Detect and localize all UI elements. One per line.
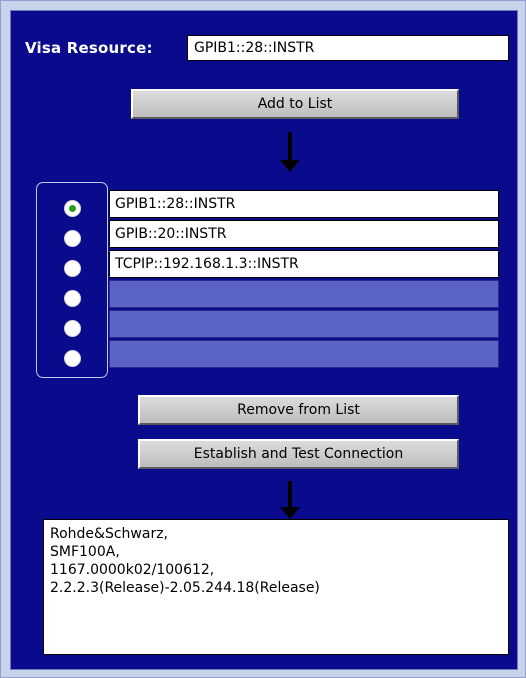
- output-line: 2.2.2.3(Release)-2.05.244.18(Release): [50, 580, 320, 596]
- radio-button-icon[interactable]: [64, 230, 81, 247]
- window-frame: Visa Resource: Add to List GPIB1::28::IN…: [0, 0, 526, 678]
- establish-connection-button[interactable]: Establish and Test Connection: [138, 439, 459, 469]
- arrow-down-icon: [280, 481, 300, 521]
- radio-button-icon[interactable]: [64, 290, 81, 307]
- resource-radio-group: [36, 182, 108, 378]
- resource-list-item-empty[interactable]: [109, 310, 499, 338]
- resource-list-item[interactable]: GPIB1::28::INSTR: [109, 190, 499, 218]
- resource-list-item-empty[interactable]: [109, 340, 499, 368]
- radio-button-icon[interactable]: [64, 350, 81, 367]
- resource-list-item[interactable]: TCPIP::192.168.1.3::INSTR: [109, 250, 499, 278]
- radio-button-icon[interactable]: [64, 320, 81, 337]
- add-to-list-button[interactable]: Add to List: [131, 89, 459, 119]
- visa-resource-input[interactable]: [187, 35, 509, 61]
- radio-button-icon[interactable]: [64, 200, 81, 217]
- visa-resource-label: Visa Resource:: [25, 39, 153, 57]
- instrument-id-output[interactable]: Rohde&Schwarz, SMF100A, 1167.0000k02/100…: [43, 519, 509, 655]
- instrument-config-panel: Visa Resource: Add to List GPIB1::28::IN…: [10, 10, 518, 670]
- resource-list-item-empty[interactable]: [109, 280, 499, 308]
- arrow-down-icon: [280, 132, 300, 174]
- remove-from-list-button[interactable]: Remove from List: [138, 395, 459, 425]
- output-line: SMF100A,: [50, 544, 120, 560]
- resource-list-item[interactable]: GPIB::20::INSTR: [109, 220, 499, 248]
- output-line: 1167.0000k02/100612,: [50, 562, 215, 578]
- output-line: Rohde&Schwarz,: [50, 526, 168, 542]
- radio-button-icon[interactable]: [64, 260, 81, 277]
